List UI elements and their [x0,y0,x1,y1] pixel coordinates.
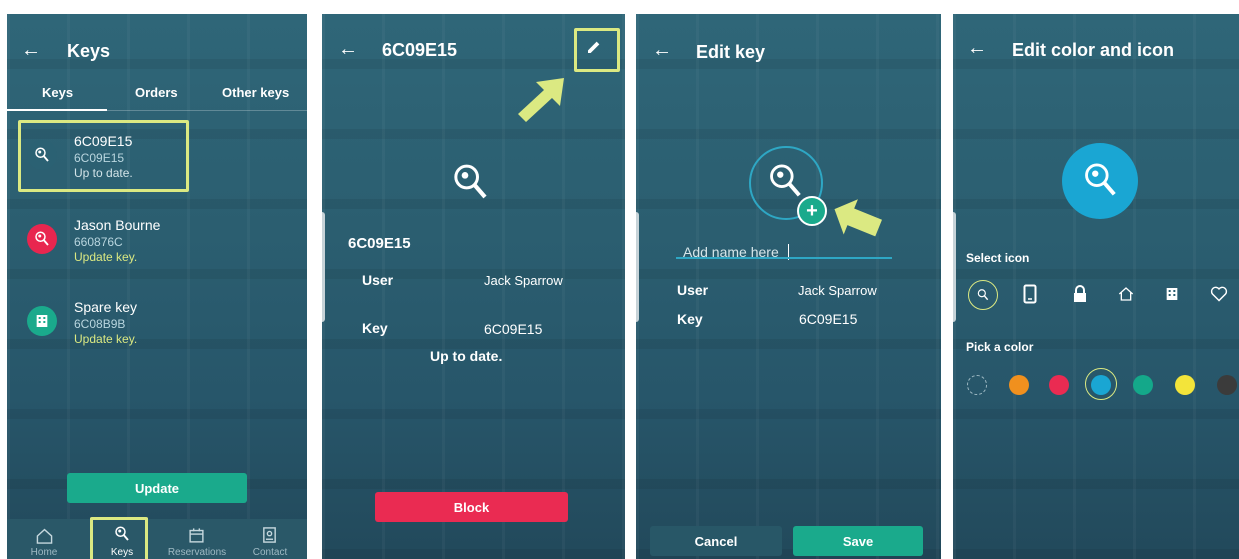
page-title: Edit color and icon [1012,40,1175,60]
nav-label: Home [30,547,58,558]
color-none[interactable] [967,375,987,395]
back-arrow-icon[interactable]: ← [338,39,358,59]
color-dark[interactable] [1217,375,1237,395]
user-label: User [677,282,709,298]
input-underline [676,257,892,259]
user-label: User [362,272,394,288]
key-code: 660876C [74,235,123,249]
add-photo-icon[interactable]: + [797,196,827,226]
status-text: Up to date. [430,348,503,364]
key-heading: 6C09E15 [348,235,411,252]
avatar [1062,143,1138,219]
page-title: 6C09E15 [382,40,458,60]
key-icon[interactable] [968,280,998,310]
color-teal[interactable] [1133,375,1153,395]
page-title: Keys [67,41,111,61]
back-arrow-icon[interactable]: ← [652,40,672,60]
lock-icon[interactable] [1068,282,1092,306]
pointer-arrow-icon [834,199,882,237]
page-title: Edit key [696,42,766,62]
color-blue[interactable] [1091,375,1111,395]
highlight-box [90,517,148,559]
update-button[interactable]: Update [67,473,247,503]
color-orange[interactable] [1009,375,1029,395]
home-icon[interactable] [1114,282,1138,306]
drag-handle[interactable] [636,212,639,322]
contact-icon [263,527,276,543]
color-yellow[interactable] [1175,375,1195,395]
edit-key-screen: ← Edit key + Add name here User Jack Spa… [636,14,941,559]
tab-keys[interactable]: Keys [42,85,73,100]
key-value: 6C09E15 [484,321,543,337]
active-tab-indicator [7,109,107,111]
keys-screen: ← Keys Keys Orders Other keys 6C09E15 6C… [7,14,307,559]
phone-icon[interactable] [1018,282,1042,306]
user-value: Jack Sparrow [484,273,563,288]
key-code: 6C08B9B [74,317,126,331]
nav-reservations[interactable]: Reservations [162,519,232,559]
key-icon [454,164,487,199]
pencil-icon[interactable] [586,39,602,55]
key-label: Key [677,311,703,327]
building-icon [27,306,57,336]
user-value: Jack Sparrow [798,283,877,298]
key-icon [27,224,57,254]
nav-label: Contact [252,547,288,558]
select-icon-label: Select icon [966,251,1030,265]
highlight-box [18,120,189,192]
drag-handle[interactable] [953,212,956,322]
list-item[interactable]: Spare key 6C08B9B Update key. [19,298,301,368]
tab-orders[interactable]: Orders [135,85,178,100]
drag-handle[interactable] [322,212,325,322]
list-item[interactable]: Jason Bourne 660876C Update key. [19,216,301,286]
home-icon [36,528,53,544]
key-icon [770,164,801,197]
back-arrow-icon[interactable]: ← [967,38,987,58]
nav-label: Reservations [167,547,227,558]
key-detail-screen: ← 6C09E15 6C09E15 User Jack Sparrow Key … [322,14,625,559]
key-name: Jason Bourne [74,217,161,233]
key-name: Spare key [74,299,138,315]
block-button[interactable]: Block [375,492,568,522]
nav-contact[interactable]: Contact [235,519,305,559]
back-arrow-icon[interactable]: ← [21,40,41,60]
edit-color-icon-screen: ← Edit color and icon Select icon Pick a… [953,14,1239,559]
key-icon [1085,163,1116,196]
tab-other-keys[interactable]: Other keys [222,85,289,100]
key-value: 6C09E15 [799,311,858,327]
cancel-button[interactable]: Cancel [650,526,782,556]
key-status: Update key. [74,250,138,264]
key-status: Update key. [74,332,138,346]
building-icon[interactable] [1160,282,1184,306]
pointer-arrow-icon [518,78,564,122]
pick-color-label: Pick a color [966,340,1034,354]
nav-home[interactable]: Home [9,519,79,559]
calendar-icon [189,528,204,543]
key-label: Key [362,320,388,336]
bottom-navigation: Home Keys Reservations Contact [7,519,307,559]
color-red[interactable] [1049,375,1069,395]
save-button[interactable]: Save [793,526,923,556]
heart-icon[interactable] [1207,282,1231,306]
